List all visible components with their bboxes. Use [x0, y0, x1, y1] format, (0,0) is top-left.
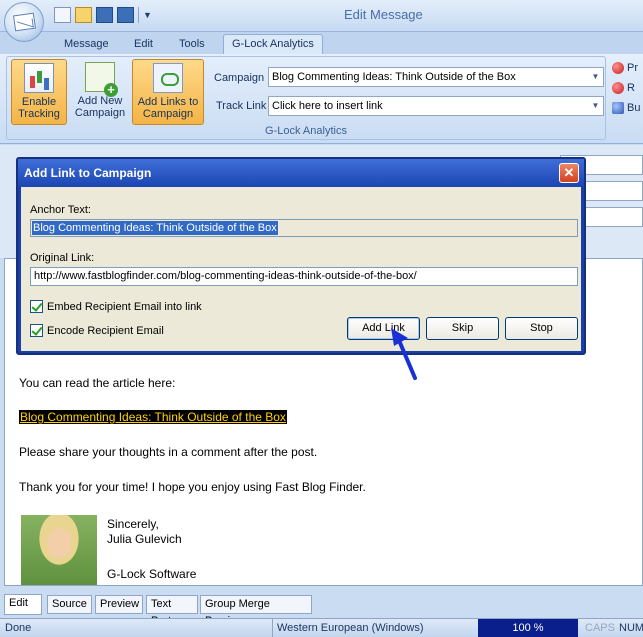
- enable-tracking-button[interactable]: Enable Tracking: [11, 59, 67, 125]
- tab-group-merge-preview[interactable]: Group Merge Preview: [200, 595, 312, 627]
- tab-g-lock-analytics[interactable]: G-Lock Analytics: [223, 34, 323, 55]
- red-circle-icon: [612, 62, 624, 74]
- chevron-down-icon[interactable]: ▼: [588, 97, 603, 115]
- title-bar: ▼ Edit Message: [0, 0, 643, 42]
- embed-email-checkbox[interactable]: Embed Recipient Email into link: [30, 300, 202, 313]
- customize-toolbar-dropdown-icon[interactable]: ▼: [143, 7, 152, 23]
- track-link-label: Track Link: [216, 100, 267, 112]
- checkbox-checked-icon: [30, 300, 43, 313]
- encode-email-checkbox[interactable]: Encode Recipient Email: [30, 324, 164, 337]
- g-lock-analytics-group: Enable Tracking Add New Campaign Add Lin…: [6, 56, 606, 140]
- editor-line: You can read the article here:: [19, 376, 176, 390]
- article-link[interactable]: Blog Commenting Ideas: Think Outside of …: [19, 410, 287, 424]
- status-caps: CAPS: [585, 622, 615, 634]
- tab-source[interactable]: Source: [47, 595, 92, 614]
- track-link-select[interactable]: Click here to insert link ▼: [268, 96, 604, 116]
- editor-view-tabs: Edit Source Preview Text Part Group Merg…: [0, 592, 643, 627]
- envelope-icon: [12, 12, 37, 32]
- add-link-dialog: Add Link to Campaign ✕ Anchor Text: Blog…: [16, 157, 586, 355]
- dialog-title: Add Link to Campaign: [18, 159, 584, 187]
- add-campaign-icon: [85, 62, 118, 97]
- original-link-label: Original Link:: [30, 252, 95, 264]
- stop-button[interactable]: Stop: [505, 317, 578, 340]
- status-num: NUM: [619, 622, 643, 634]
- new-message-icon[interactable]: [54, 7, 71, 23]
- toolbar-separator: [138, 7, 139, 23]
- side-item-pr[interactable]: Pr: [612, 58, 643, 78]
- skip-button[interactable]: Skip: [426, 317, 499, 340]
- status-bar: Done Western European (Windows) 100 % CA…: [0, 618, 643, 637]
- chevron-down-icon[interactable]: ▼: [588, 68, 603, 86]
- side-item-label: R: [627, 82, 635, 94]
- save-all-icon[interactable]: [96, 7, 113, 23]
- ribbon-side-items: Pr R Bu: [612, 58, 643, 118]
- anchor-text-field[interactable]: Blog Commenting Ideas: Think Outside of …: [30, 219, 578, 237]
- add-links-label: Add Links to Campaign: [137, 96, 199, 120]
- campaign-select[interactable]: Blog Commenting Ideas: Think Outside of …: [268, 67, 604, 87]
- ribbon-tab-bar: Message Edit Tools G-Lock Analytics: [0, 32, 643, 55]
- signature-line: Sincerely,: [107, 517, 159, 531]
- tab-tools[interactable]: Tools: [171, 36, 213, 54]
- pointer-arrow-icon: [391, 328, 417, 380]
- blue-square-icon: [612, 102, 624, 114]
- side-item-bu[interactable]: Bu: [612, 98, 643, 118]
- add-new-campaign-label: Add New Campaign: [74, 95, 126, 119]
- checkbox-checked-icon: [30, 324, 43, 337]
- status-encoding: Western European (Windows): [272, 619, 476, 637]
- close-icon[interactable]: ✕: [559, 163, 579, 183]
- side-item-label: Bu: [627, 102, 641, 114]
- author-photo: [21, 515, 97, 585]
- save-icon[interactable]: [117, 7, 134, 23]
- side-item-label: Pr: [627, 62, 638, 74]
- tracking-chart-icon: [24, 63, 54, 93]
- campaign-label: Campaign: [214, 72, 265, 84]
- dialog-body: Anchor Text: Blog Commenting Ideas: Thin…: [21, 187, 581, 351]
- signature-line: G-Lock Software: [107, 567, 197, 581]
- campaign-value: Blog Commenting Ideas: Think Outside of …: [272, 71, 516, 83]
- embed-email-label: Embed Recipient Email into link: [47, 300, 202, 313]
- add-new-campaign-button[interactable]: Add New Campaign: [71, 59, 129, 125]
- editor-line: Thank you for your time! I hope you enjo…: [19, 480, 366, 494]
- side-item-r[interactable]: R: [612, 78, 643, 98]
- add-links-icon: [153, 63, 183, 93]
- original-link-field[interactable]: http://www.fastblogfinder.com/blog-comme…: [30, 267, 578, 286]
- encode-email-label: Encode Recipient Email: [47, 324, 164, 337]
- anchor-text-label: Anchor Text:: [30, 204, 91, 216]
- quick-access-toolbar: ▼: [54, 5, 152, 25]
- ribbon: Enable Tracking Add New Campaign Add Lin…: [0, 54, 643, 144]
- tab-edit[interactable]: Edit: [126, 36, 161, 54]
- app-menu-button[interactable]: [4, 2, 44, 42]
- status-zoom: 100 %: [478, 619, 578, 637]
- editor-link-line: Blog Commenting Ideas: Think Outside of …: [19, 410, 287, 424]
- tab-preview[interactable]: Preview: [95, 595, 143, 614]
- status-text: Done: [5, 622, 32, 634]
- editor-line: Please share your thoughts in a comment …: [19, 445, 318, 459]
- tab-text-part[interactable]: Text Part: [146, 595, 198, 627]
- red-circle-icon: [612, 82, 624, 94]
- anchor-text-value: Blog Commenting Ideas: Think Outside of …: [32, 221, 278, 235]
- window-title: Edit Message: [344, 7, 423, 22]
- tab-message[interactable]: Message: [56, 36, 117, 54]
- tab-edit-view[interactable]: Edit: [4, 594, 42, 615]
- enable-tracking-label: Enable Tracking: [18, 96, 60, 120]
- open-folder-icon[interactable]: [75, 7, 92, 23]
- ribbon-group-label: G-Lock Analytics: [265, 125, 347, 137]
- signature-line: Julia Gulevich: [107, 532, 182, 546]
- track-link-value: Click here to insert link: [272, 100, 383, 112]
- add-links-to-campaign-button[interactable]: Add Links to Campaign: [132, 59, 204, 125]
